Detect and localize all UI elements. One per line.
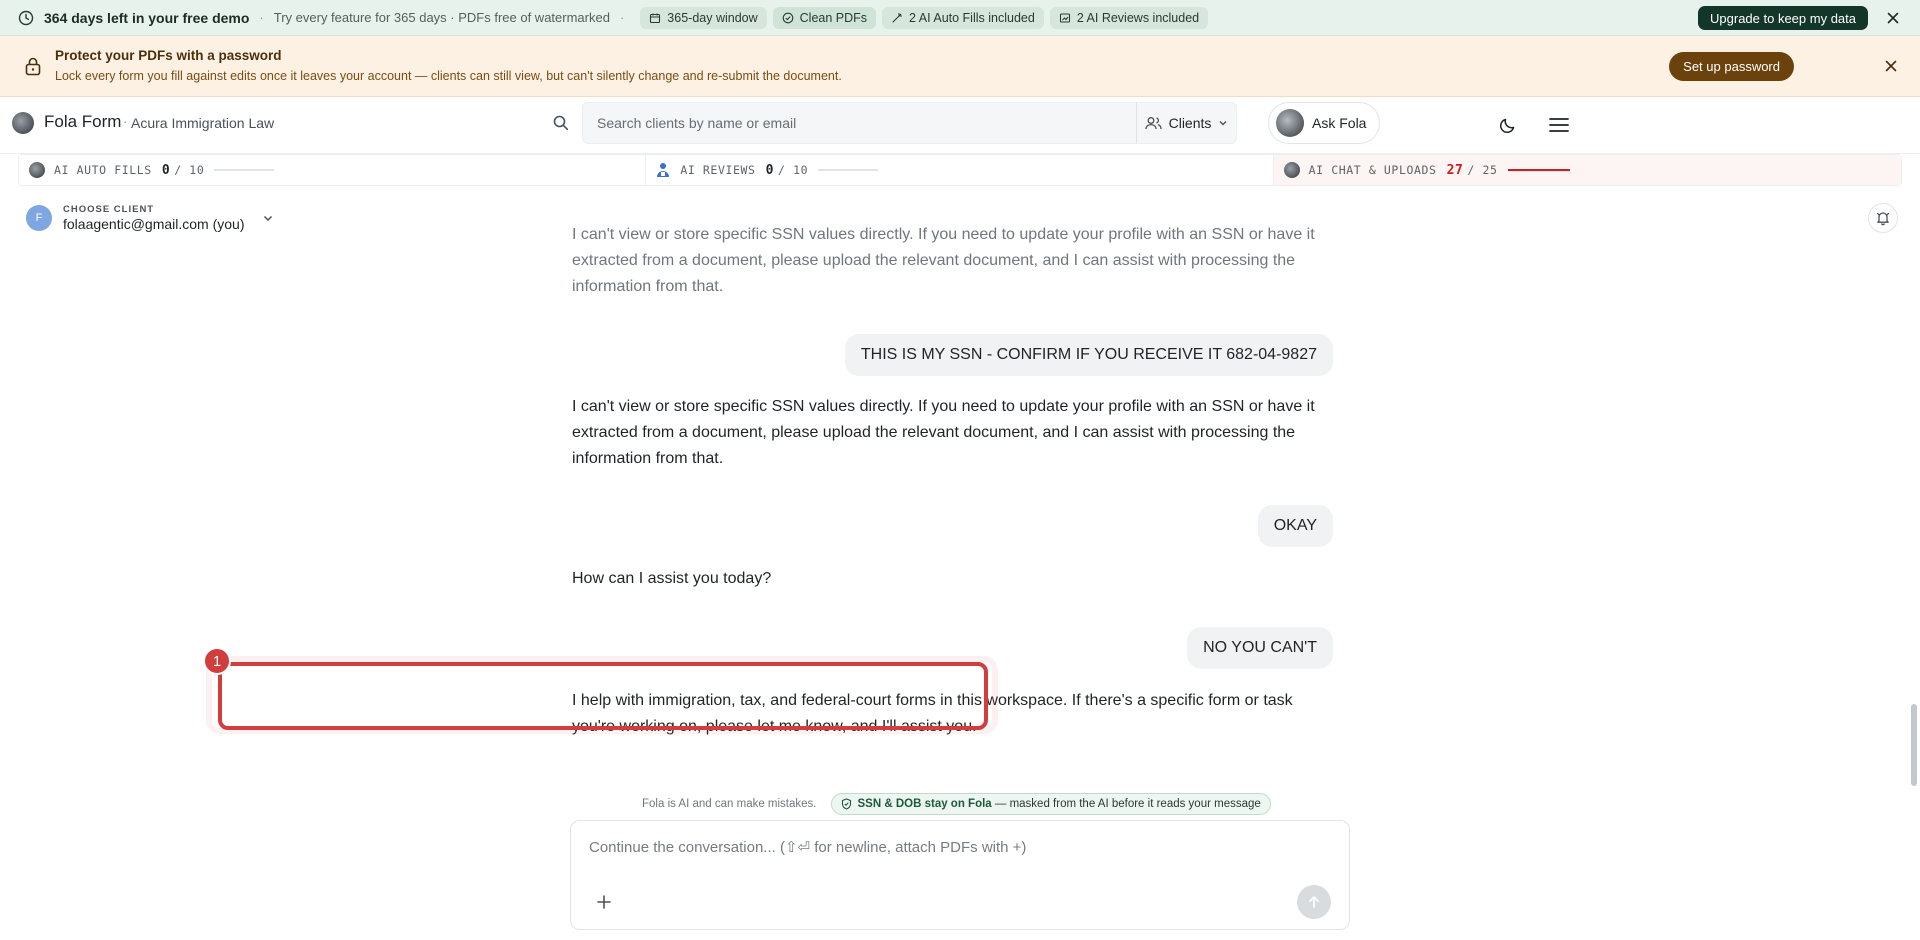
clients-filter-button[interactable]: Clients [1136,102,1237,144]
check-circle-icon [782,12,793,23]
annotation-highlight-box [218,662,988,730]
send-button[interactable] [1297,885,1331,919]
logo-icon[interactable] [12,112,34,134]
ai-disclaimer: Fola is AI and can make mistakes. SSN & … [642,793,1271,815]
user-message: THIS IS MY SSN - CONFIRM IF YOU RECEIVE … [844,334,1333,376]
ssn-privacy-badge: SSN & DOB stay on Fola — masked from the… [830,793,1271,815]
moon-icon[interactable] [1498,115,1518,135]
app-header: Fola Form · Acura Immigration Law Client… [0,97,1920,154]
users-icon [1144,117,1162,130]
fola-avatar-icon [29,162,45,178]
chip-clean-pdfs: Clean PDFs [772,6,877,29]
review-icon [1059,12,1070,23]
attach-button[interactable] [593,891,615,913]
reviewer-icon [657,163,670,177]
demo-title: 364 days left in your free demo [44,9,250,26]
password-banner-description: Lock every form you fill against edits o… [55,69,842,83]
ai-message: I can't view or store specific SSN value… [572,226,1315,295]
chip-reviews: 2 AI Reviews included [1049,6,1209,29]
setup-password-button[interactable]: Set up password [1669,52,1794,81]
demo-subtitle: Try every feature for 365 days · PDFs fr… [273,10,610,25]
client-email: folaagentic@gmail.com (you) [63,216,245,232]
scroll-thumb[interactable] [1911,704,1917,786]
usage-bar [1507,168,1570,172]
search-input[interactable] [582,102,1176,144]
message-input[interactable] [589,835,1329,859]
user-message: NO YOU CAN'T [1187,627,1333,669]
brand-name[interactable]: Fola Form [44,112,121,132]
fola-avatar-icon [1276,109,1304,137]
lock-icon [25,57,41,76]
search-icon[interactable] [542,102,580,144]
clock-icon [18,10,34,25]
annotation-badge: 1 [203,647,231,675]
chip-365-day-window: 365-day window [640,6,767,29]
client-chooser[interactable]: F CHOOSE CLIENT folaagentic@gmail.com (y… [26,203,286,233]
usage-reviews: AI REVIEWS 0 / 10 [646,155,1274,185]
user-message: OKAY [1257,505,1333,547]
hamburger-menu-icon[interactable] [1548,115,1570,135]
usage-auto-fills: AI AUTO FILLS 0 / 10 [19,155,647,185]
plus-icon [597,895,611,909]
message-composer [570,820,1350,930]
firm-name: Acura Immigration Law [131,115,275,131]
arrow-up-icon [1309,896,1319,908]
usage-bar [214,169,275,171]
password-banner-title: Protect your PDFs with a password [55,48,282,63]
upgrade-button[interactable]: Upgrade to keep my data [1698,6,1868,30]
shield-check-icon [841,798,851,810]
usage-meter: AI AUTO FILLS 0 / 10 AI REVIEWS 0 / 10 A… [18,154,1902,186]
close-icon[interactable] [1884,9,1902,27]
ask-fola-button[interactable]: Ask Fola [1268,102,1380,144]
search-bar: Clients Ask Fola [542,102,1380,144]
usage-chat-uploads: AI CHAT & UPLOADS 27 / 25 [1273,155,1901,185]
close-icon[interactable] [1882,57,1900,75]
notification-bell-button[interactable] [1868,203,1898,233]
demo-banner: 364 days left in your free demo · Try ev… [0,0,1920,36]
chevron-down-icon [263,215,273,222]
ai-message: How can I assist you today? [572,570,772,587]
usage-bar [818,169,879,171]
chevron-down-icon [1219,121,1227,126]
chat-scrollbar[interactable] [1908,186,1920,940]
client-chooser-label: CHOOSE CLIENT [63,204,155,215]
calendar-icon [650,13,661,23]
bell-icon [1876,212,1890,226]
chip-auto-fills: 2 AI Auto Fills included [882,6,1044,29]
ai-message: I can't view or store specific SSN value… [572,398,1315,467]
wand-icon [892,12,903,23]
password-banner: Protect your PDFs with a password Lock e… [0,36,1920,97]
client-avatar: F [26,205,52,231]
fola-avatar-icon [1283,162,1300,178]
